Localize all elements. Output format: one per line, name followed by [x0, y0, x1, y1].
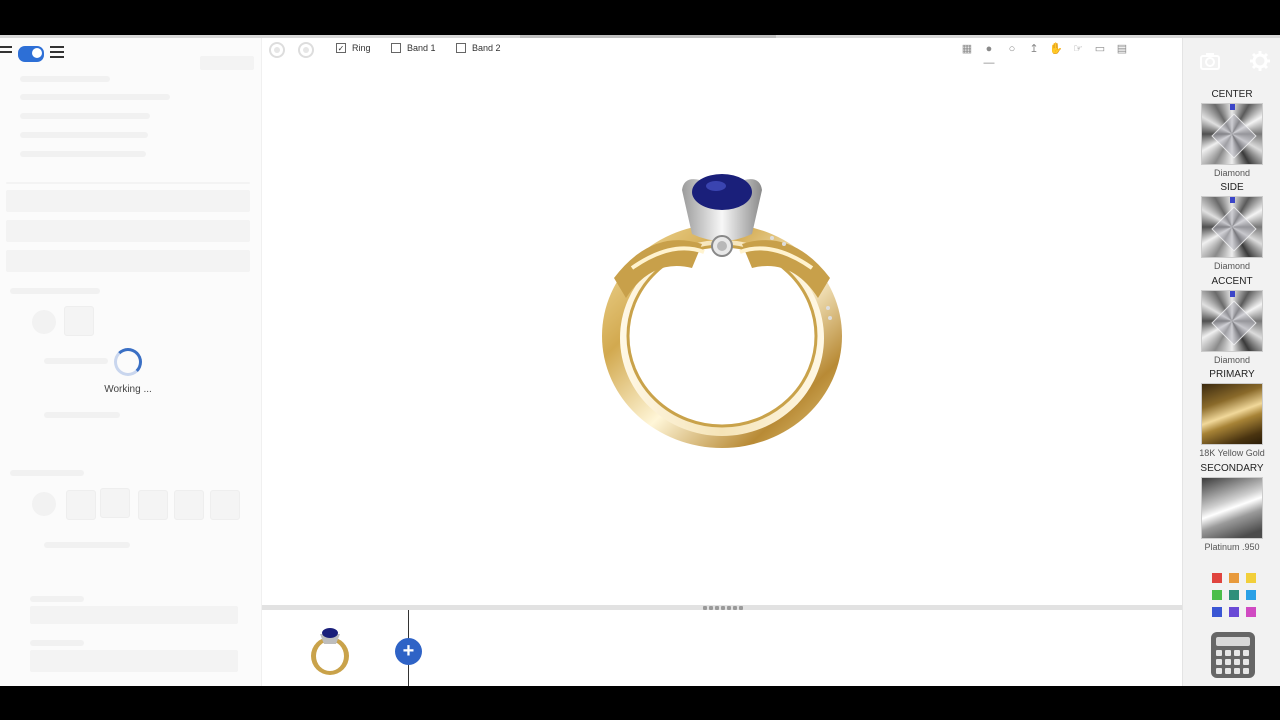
checkbox-ring[interactable]: ✓ Ring [336, 43, 371, 53]
rotate-icon[interactable]: ○ [1005, 42, 1019, 56]
accent-stone-material: Diamond [1213, 355, 1251, 365]
redo-icon[interactable] [298, 42, 314, 58]
section-title-placeholder [10, 288, 100, 294]
loading-text: Working ... [104, 384, 152, 395]
section-title-placeholder [30, 640, 84, 646]
side-stone [828, 316, 832, 320]
panel-header-placeholder [200, 56, 254, 70]
shape-option-placeholder [32, 310, 56, 334]
option-row-placeholder [20, 151, 146, 157]
checkbox-ring-label: Ring [352, 43, 371, 53]
shape-option-placeholder [32, 492, 56, 516]
shape-option-placeholder [100, 488, 130, 518]
color-swatch[interactable] [1246, 607, 1256, 617]
section-label-secondary: SECONDARY [1200, 463, 1264, 474]
sapphire-highlight [706, 181, 726, 191]
loading-spinner [114, 348, 142, 376]
ring-hole [626, 244, 818, 428]
shape-option-placeholder [210, 490, 240, 520]
option-row-placeholder [44, 358, 108, 364]
portrait-icon[interactable]: ▤ [1115, 42, 1129, 56]
camera-icon[interactable] [1199, 50, 1221, 72]
checkbox-band-2[interactable]: Band 2 [456, 43, 501, 53]
primary-metal-swatch[interactable] [1201, 383, 1263, 445]
option-row-placeholder [20, 76, 110, 82]
action-button-placeholder [6, 190, 250, 212]
section-label-primary: PRIMARY [1209, 369, 1255, 380]
side-stone [782, 242, 786, 246]
section-title-placeholder [10, 470, 84, 476]
gear-icon[interactable] [1249, 50, 1271, 72]
3d-viewer[interactable]: ✓ Ring Band 1 Band 2 ▦ ●— ○ ↥ ✋ ☞ ▭ ▤ [262, 38, 1182, 606]
design-thumbnail[interactable] [306, 620, 354, 678]
option-row-placeholder [20, 113, 150, 119]
options-panel: Working ... [0, 38, 262, 686]
color-swatch[interactable] [1246, 573, 1256, 583]
checkbox-band-1-label: Band 1 [407, 43, 436, 53]
orbit-icon[interactable]: ●— [982, 42, 996, 69]
side-stone-material: Diamond [1213, 261, 1251, 271]
checkbox-band-2-label: Band 2 [472, 43, 501, 53]
ring-configurator-app: Working ... ✓ Ring Band 1 Band 2 ▦ ●— ○ ↥… [0, 38, 1280, 686]
divider-placeholder [6, 182, 250, 184]
primary-metal-material: 18K Yellow Gold [1199, 448, 1265, 458]
section-label-side: SIDE [1220, 182, 1244, 193]
option-row-placeholder [44, 412, 120, 418]
color-swatch[interactable] [1212, 590, 1222, 600]
materials-panel: CENTER Diamond SIDE Diamond ACCENT Diamo… [1182, 38, 1280, 686]
list-icon[interactable] [50, 46, 64, 62]
calculator-icon[interactable] [1211, 632, 1255, 678]
add-design-button[interactable]: + [395, 638, 422, 665]
section-title-placeholder [30, 596, 84, 602]
color-swatch[interactable] [1212, 607, 1222, 617]
color-swatch[interactable] [1212, 573, 1222, 583]
input-row-placeholder [30, 606, 238, 624]
option-row-placeholder [44, 542, 130, 548]
action-button-placeholder [6, 220, 250, 242]
color-swatch[interactable] [1229, 573, 1239, 583]
undo-icon[interactable] [269, 42, 285, 58]
color-swatch[interactable] [1229, 607, 1239, 617]
side-stone [770, 236, 774, 240]
checkbox-band-1[interactable]: Band 1 [391, 43, 436, 53]
design-timeline: + [262, 610, 1182, 686]
section-label-center: CENTER [1211, 89, 1253, 100]
view-toggle[interactable] [18, 46, 44, 62]
shape-option-placeholder [138, 490, 168, 520]
action-button-placeholder [6, 250, 250, 272]
grid-view-icon[interactable]: ▦ [960, 42, 974, 56]
section-label-accent: ACCENT [1211, 276, 1253, 287]
shape-option-placeholder [174, 490, 204, 520]
screen-frame: Working ... ✓ Ring Band 1 Band 2 ▦ ●— ○ ↥… [0, 0, 1280, 720]
menu-icon[interactable] [0, 46, 14, 62]
secondary-metal-swatch[interactable] [1201, 477, 1263, 539]
accent-stone-swatch[interactable] [1201, 290, 1263, 352]
center-stone-material: Diamond [1213, 168, 1251, 178]
center-stone-swatch[interactable] [1201, 103, 1263, 165]
input-row-placeholder [30, 650, 238, 672]
side-stone [826, 306, 830, 310]
grab-icon[interactable]: ☞ [1071, 42, 1085, 56]
shape-option-placeholder [66, 490, 96, 520]
accent-diamond-facet [717, 241, 727, 251]
screen-icon[interactable]: ▭ [1093, 42, 1107, 56]
shape-option-placeholder [64, 306, 94, 336]
secondary-metal-material: Platinum .950 [1204, 542, 1260, 552]
option-row-placeholder [20, 94, 170, 100]
option-row-placeholder [20, 132, 148, 138]
color-swatch[interactable] [1229, 590, 1239, 600]
color-swatch[interactable] [1246, 590, 1256, 600]
ring-3d-model[interactable] [592, 148, 852, 458]
side-stone-swatch[interactable] [1201, 196, 1263, 258]
hand-icon[interactable]: ✋ [1049, 42, 1063, 56]
sapphire-center-stone [692, 174, 752, 210]
pan-vertical-icon[interactable]: ↥ [1027, 42, 1041, 56]
